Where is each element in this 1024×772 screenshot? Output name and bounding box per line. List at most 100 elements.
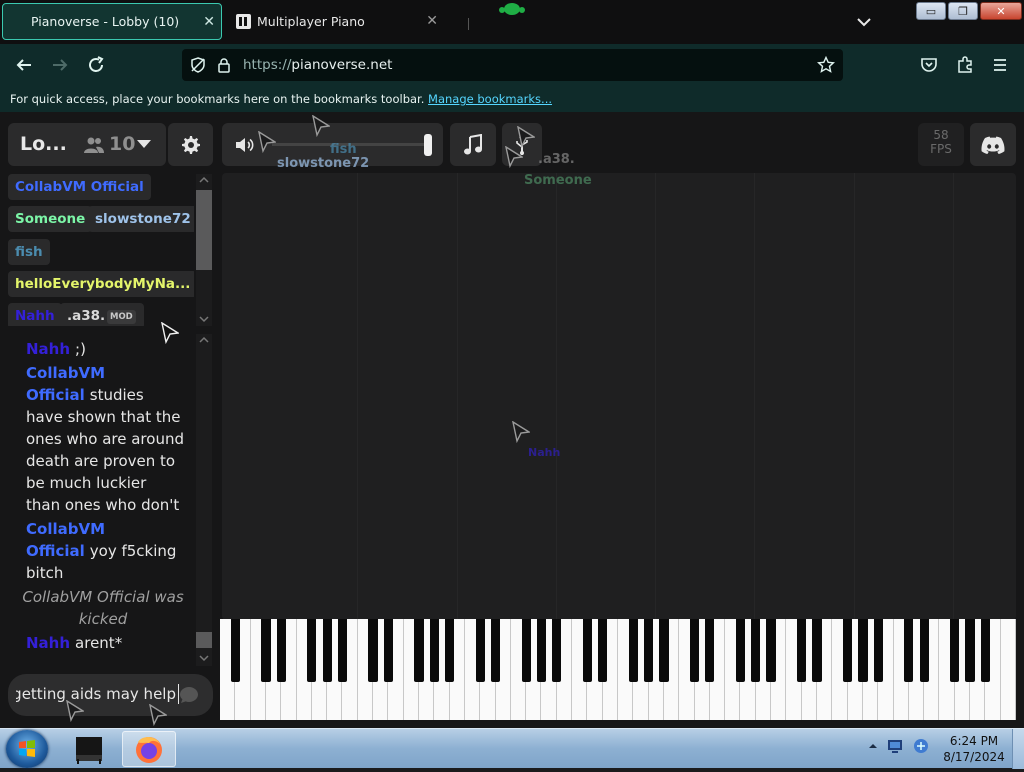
black-key[interactable] bbox=[843, 619, 853, 682]
windows-taskbar: 6:24 PM 8/17/2024 bbox=[0, 728, 1024, 769]
extensions-button[interactable] bbox=[954, 54, 976, 76]
black-key[interactable] bbox=[797, 619, 807, 682]
manage-bookmarks-link[interactable]: Manage bookmarks... bbox=[428, 92, 552, 106]
close-window-button[interactable]: ✕ bbox=[980, 2, 1022, 20]
close-tab-icon[interactable]: ✕ bbox=[203, 14, 215, 30]
address-bar[interactable]: https://pianoverse.net bbox=[182, 49, 843, 81]
black-key[interactable] bbox=[230, 619, 240, 682]
tab-pianoverse[interactable]: Pianoverse - Lobby (10) ✕ bbox=[2, 3, 222, 40]
back-button[interactable] bbox=[13, 54, 35, 76]
scrollbar-thumb[interactable] bbox=[196, 190, 212, 270]
chat-scrollbar[interactable] bbox=[196, 334, 212, 666]
black-key[interactable] bbox=[858, 619, 868, 682]
url-text[interactable]: https://pianoverse.net bbox=[243, 57, 392, 73]
black-key[interactable] bbox=[598, 619, 608, 682]
chat-author[interactable]: Nahh bbox=[26, 340, 70, 358]
user-chip[interactable]: CollabVM Official bbox=[8, 174, 151, 200]
remote-cursor-icon bbox=[258, 131, 276, 153]
black-key[interactable] bbox=[628, 619, 638, 682]
user-chip[interactable]: .a38. MOD bbox=[60, 303, 144, 326]
black-key[interactable] bbox=[521, 619, 531, 682]
piano-keyboard[interactable] bbox=[220, 619, 1016, 720]
black-key[interactable] bbox=[644, 619, 654, 682]
black-key[interactable] bbox=[766, 619, 776, 682]
taskbar-clock[interactable]: 6:24 PM 8/17/2024 bbox=[940, 733, 1008, 765]
black-key[interactable] bbox=[383, 619, 393, 682]
user-name: CollabVM Official bbox=[15, 179, 144, 195]
black-key[interactable] bbox=[475, 619, 485, 682]
black-key[interactable] bbox=[873, 619, 883, 682]
black-key[interactable] bbox=[414, 619, 424, 682]
close-tab-icon[interactable]: ✕ bbox=[426, 13, 438, 29]
black-key[interactable] bbox=[582, 619, 592, 682]
black-key[interactable] bbox=[705, 619, 715, 682]
user-chip[interactable]: fish bbox=[8, 239, 50, 265]
action-center-flag-icon[interactable] bbox=[886, 738, 904, 754]
black-key[interactable] bbox=[812, 619, 822, 682]
bookmarks-toolbar: For quick access, place your bookmarks h… bbox=[0, 86, 1024, 112]
chevron-down-icon[interactable] bbox=[199, 654, 209, 662]
black-key[interactable] bbox=[368, 619, 378, 682]
black-key[interactable] bbox=[950, 619, 960, 682]
visualizer-octave-line bbox=[754, 173, 756, 620]
black-key[interactable] bbox=[980, 619, 990, 682]
black-key[interactable] bbox=[919, 619, 929, 682]
minimize-button[interactable]: ▭ bbox=[916, 2, 946, 20]
black-key[interactable] bbox=[322, 619, 332, 682]
chat-bubble-icon[interactable] bbox=[179, 686, 199, 704]
bookmark-star-icon[interactable] bbox=[817, 56, 835, 74]
black-key[interactable] bbox=[337, 619, 348, 682]
network-icon[interactable] bbox=[912, 737, 930, 755]
black-key[interactable] bbox=[445, 619, 455, 682]
black-key[interactable] bbox=[735, 619, 746, 682]
black-key[interactable] bbox=[536, 619, 547, 682]
start-button[interactable] bbox=[6, 730, 48, 768]
list-all-tabs-button[interactable] bbox=[854, 12, 874, 32]
taskbar-firefox[interactable] bbox=[122, 731, 176, 767]
room-selector[interactable]: Lo... 10 bbox=[8, 123, 166, 166]
black-key[interactable] bbox=[965, 619, 975, 682]
black-key[interactable] bbox=[429, 619, 439, 682]
tracking-protection-icon[interactable] bbox=[190, 57, 206, 73]
scrollbar-thumb[interactable] bbox=[196, 632, 212, 648]
user-count: 10 bbox=[109, 133, 136, 155]
chat-author[interactable]: Nahh bbox=[26, 634, 70, 652]
settings-button[interactable] bbox=[168, 123, 213, 166]
black-key[interactable] bbox=[307, 619, 317, 682]
black-key[interactable] bbox=[904, 619, 914, 682]
white-key[interactable] bbox=[1000, 619, 1016, 720]
black-key[interactable] bbox=[689, 619, 700, 682]
user-chip[interactable]: Someone bbox=[8, 206, 93, 232]
show-hidden-icons-icon[interactable] bbox=[868, 741, 878, 751]
forward-button[interactable] bbox=[49, 54, 71, 76]
taskbar-piano-app[interactable] bbox=[62, 731, 116, 767]
user-list-scrollbar[interactable] bbox=[196, 174, 212, 326]
black-key[interactable] bbox=[751, 619, 761, 682]
volume-slider-thumb[interactable] bbox=[424, 134, 432, 156]
black-key[interactable] bbox=[552, 619, 562, 682]
reload-button[interactable] bbox=[85, 54, 107, 76]
chat-input[interactable]: getting aids may help bbox=[8, 674, 213, 716]
user-chip[interactable]: Nahh bbox=[8, 303, 62, 326]
chevron-up-icon[interactable] bbox=[199, 336, 209, 344]
user-chip[interactable]: helloEverybodyMyNa... bbox=[8, 271, 194, 297]
tab-multiplayer-piano[interactable]: Multiplayer Piano ✕ bbox=[228, 3, 460, 40]
black-key[interactable] bbox=[490, 619, 501, 682]
remote-cursor-icon bbox=[505, 146, 523, 168]
chevron-down-icon[interactable] bbox=[199, 315, 209, 323]
pocket-button[interactable] bbox=[918, 54, 940, 76]
browser-tab-strip: Pianoverse - Lobby (10) ✕ Multiplayer Pi… bbox=[0, 0, 1024, 44]
app-menu-button[interactable] bbox=[989, 54, 1011, 76]
cursor-label: slowstone72 bbox=[277, 156, 370, 171]
black-key[interactable] bbox=[276, 619, 286, 682]
speaker-icon[interactable] bbox=[234, 135, 256, 155]
show-desktop-button[interactable] bbox=[1012, 729, 1024, 769]
restore-button[interactable]: ❐ bbox=[948, 2, 978, 20]
user-chip[interactable]: slowstone72 bbox=[88, 206, 194, 232]
black-key[interactable] bbox=[659, 619, 669, 682]
discord-button[interactable] bbox=[970, 123, 1016, 166]
lock-icon[interactable] bbox=[216, 57, 232, 73]
chevron-up-icon[interactable] bbox=[199, 176, 209, 184]
instrument-button[interactable] bbox=[450, 123, 496, 166]
black-key[interactable] bbox=[261, 619, 271, 682]
